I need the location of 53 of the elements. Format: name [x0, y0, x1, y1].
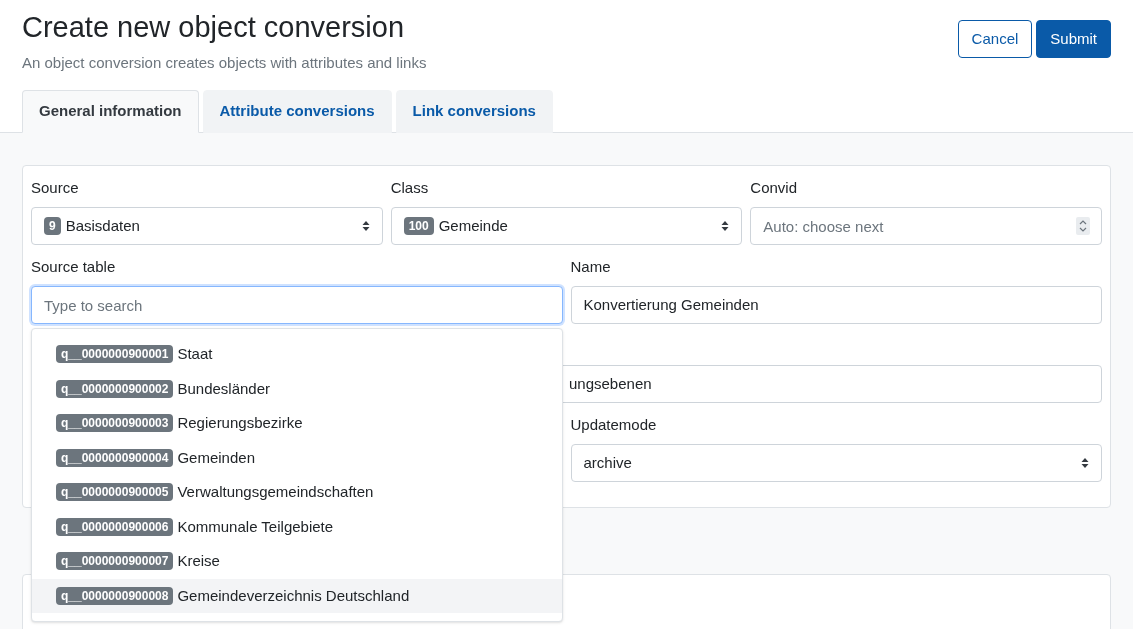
tab[interactable]: Attribute conversions	[202, 90, 392, 133]
dropdown-item[interactable]: q__0000000900008 Gemeindeverzeichnis Deutschland	[32, 578, 562, 613]
badge: q__0000000900003	[56, 414, 174, 433]
badge: q__0000000900004	[56, 448, 174, 467]
badge: q__0000000900006	[56, 517, 174, 536]
field-label: Convid	[750, 178, 799, 198]
badge: q__0000000900001	[56, 345, 174, 364]
page-title: Create new object conversion	[22, 10, 406, 45]
dropdown-item[interactable]: q__0000000900004 Gemeinden	[32, 440, 562, 475]
option-label: Kreise	[177, 551, 220, 571]
option-label: Gemeinden	[177, 447, 255, 468]
select-value: archive	[583, 452, 633, 473]
field-label: Source table	[31, 257, 117, 277]
page-subtitle: An object conversion creates objects with attributes and links	[22, 53, 428, 73]
badge: q__0000000900008	[56, 586, 174, 605]
dropdown-item[interactable]: q__0000000900005 Verwaltungsgemeindschaften	[32, 475, 562, 510]
option-label: Verwaltungsgemeindschaften	[177, 482, 374, 502]
badge: q__0000000900005	[56, 483, 174, 502]
field-label: Updatemode	[570, 415, 658, 435]
dropdown-item[interactable]: q__0000000900001 Staat	[32, 337, 562, 372]
tab[interactable]: Link conversions	[395, 90, 553, 133]
number-field[interactable]: Auto: choose next	[750, 207, 1102, 245]
updown-icon	[361, 220, 370, 232]
select-field[interactable]: archive	[570, 444, 1102, 482]
dropdown-item[interactable]: q__0000000900003 Regierungsbezirke	[32, 406, 562, 441]
field-label: Source	[31, 178, 80, 198]
select-value: Basisdaten	[65, 215, 141, 236]
field-value: Konvertierung Gemeinden	[583, 294, 759, 315]
submit-button[interactable]: Submit	[1036, 20, 1111, 58]
tab[interactable]: General information	[22, 90, 199, 133]
updown-icon	[721, 220, 730, 232]
cancel-button[interactable]: Cancel	[957, 20, 1033, 58]
badge: 9	[44, 217, 61, 235]
option-label: Kommunale Teilgebiete	[177, 516, 334, 537]
updown-icon	[1081, 457, 1089, 469]
badge: q__0000000900002	[56, 379, 174, 398]
dropdown-item[interactable]: q__0000000900007 Kreise	[32, 544, 562, 579]
select-field[interactable]: 100 Gemeinde	[390, 207, 743, 245]
search-field[interactable]: Type to search	[31, 286, 563, 324]
select-value: Gemeinde	[438, 215, 509, 236]
option-label: Gemeindeverzeichnis Deutschland	[177, 585, 410, 606]
text-field[interactable]: Konvertierung Gemeinden	[570, 286, 1102, 324]
option-label: Bundesländer	[177, 378, 270, 399]
badge: q__0000000900007	[56, 552, 174, 571]
field-label: Name	[570, 257, 612, 277]
field-label: Class	[390, 178, 430, 198]
field-value: ungsebenen	[569, 373, 652, 394]
option-label: Regierungsbezirke	[177, 413, 303, 433]
dropdown-item[interactable]: q__0000000900002 Bundesländer	[32, 371, 562, 406]
badge: 100	[403, 217, 434, 235]
option-label: Staat	[177, 344, 213, 364]
select-field[interactable]: 9 Basisdaten	[31, 207, 383, 245]
dropdown-item[interactable]: q__0000000900006 Kommunale Teilgebiete	[32, 509, 562, 544]
